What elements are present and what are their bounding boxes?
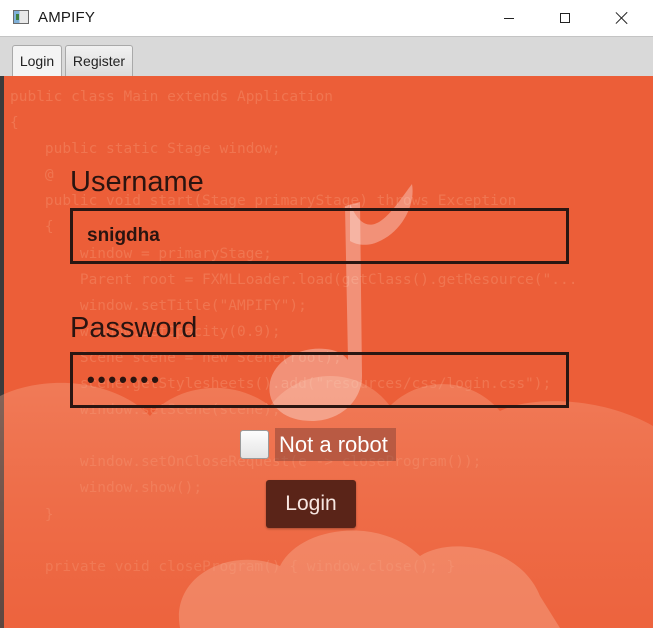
login-button[interactable]: Login bbox=[266, 480, 356, 528]
maximize-icon bbox=[560, 13, 570, 23]
password-label: Password bbox=[70, 312, 198, 344]
window-title: AMPIFY bbox=[38, 9, 96, 26]
username-input[interactable] bbox=[70, 208, 569, 264]
title-bar[interactable]: AMPIFY bbox=[0, 0, 653, 36]
minimize-icon bbox=[504, 17, 514, 19]
close-button[interactable] bbox=[594, 0, 650, 36]
app-window: AMPIFY Login Register public class Main … bbox=[0, 0, 653, 628]
not-a-robot-checkbox[interactable]: Not a robot bbox=[240, 428, 396, 461]
username-label: Username bbox=[70, 166, 204, 198]
tab-register[interactable]: Register bbox=[65, 45, 133, 76]
password-input[interactable] bbox=[70, 352, 569, 408]
tab-bar: Login Register bbox=[0, 36, 653, 76]
maximize-button[interactable] bbox=[537, 0, 593, 36]
close-icon bbox=[615, 11, 629, 25]
checkbox-box[interactable] bbox=[240, 430, 269, 459]
not-a-robot-label[interactable]: Not a robot bbox=[275, 428, 396, 461]
minimize-button[interactable] bbox=[481, 0, 537, 36]
tab-login[interactable]: Login bbox=[12, 45, 62, 76]
java-app-icon bbox=[13, 10, 29, 24]
login-panel: public class Main extends Application { … bbox=[0, 76, 653, 628]
